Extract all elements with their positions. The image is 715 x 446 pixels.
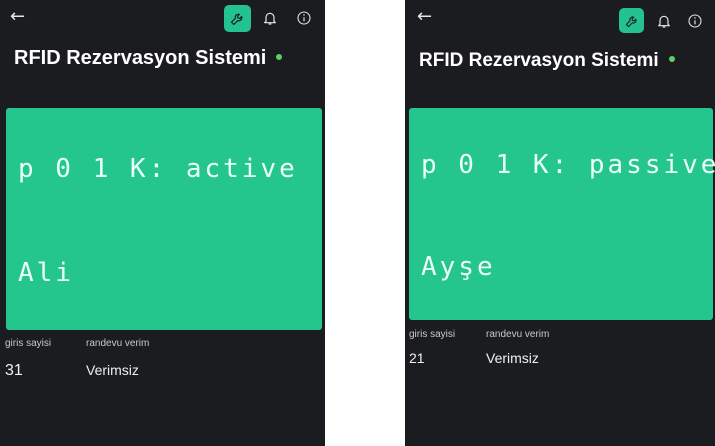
page-title: RFID Rezervasyon Sistemi: [14, 47, 283, 70]
phone-screen-1: ← RFID Rezervasyon Sistemi p 0 1 K: acti…: [0, 0, 325, 446]
efficiency-label: randevu verim: [486, 329, 550, 340]
wrench-icon[interactable]: [224, 5, 251, 32]
back-arrow-icon[interactable]: ←: [417, 6, 432, 28]
efficiency-value: Verimsiz: [86, 362, 139, 378]
bell-icon[interactable]: [656, 13, 672, 29]
wrench-icon[interactable]: [619, 8, 644, 33]
top-app-bar: ←: [405, 0, 715, 36]
status-dot-icon: [276, 53, 283, 60]
phone-screen-2: ← RFID Rezervasyon Sistemi p 0 1 K: pass…: [405, 0, 715, 446]
entries-label: giris sayisi: [5, 338, 52, 349]
back-arrow-icon[interactable]: ←: [10, 6, 25, 28]
lcd-display: p 0 1 K: passive Ayşe: [409, 108, 715, 320]
top-app-bar: ←: [0, 0, 325, 36]
entries-label: giris sayisi: [409, 329, 456, 340]
lcd-display: p 0 1 K: active Ali: [6, 108, 322, 330]
info-icon[interactable]: [296, 10, 312, 26]
bell-icon[interactable]: [262, 10, 278, 26]
entries-value: 21: [409, 350, 425, 366]
page-title-text: RFID Rezervasyon Sistemi: [419, 50, 659, 71]
lcd-line-name: Ayşe: [421, 252, 496, 282]
lcd-line-status: p 0 1 K: passive: [421, 150, 715, 180]
efficiency-label: randevu verim: [86, 338, 150, 349]
lcd-line-name: Ali: [18, 258, 74, 288]
entries-value: 31: [5, 362, 23, 379]
page-title: RFID Rezervasyon Sistemi: [419, 50, 675, 72]
status-dot-icon: [668, 55, 675, 62]
page-title-text: RFID Rezervasyon Sistemi: [14, 47, 267, 69]
lcd-line-status: p 0 1 K: active: [18, 154, 298, 184]
info-icon[interactable]: [687, 13, 703, 29]
efficiency-value: Verimsiz: [486, 350, 539, 366]
